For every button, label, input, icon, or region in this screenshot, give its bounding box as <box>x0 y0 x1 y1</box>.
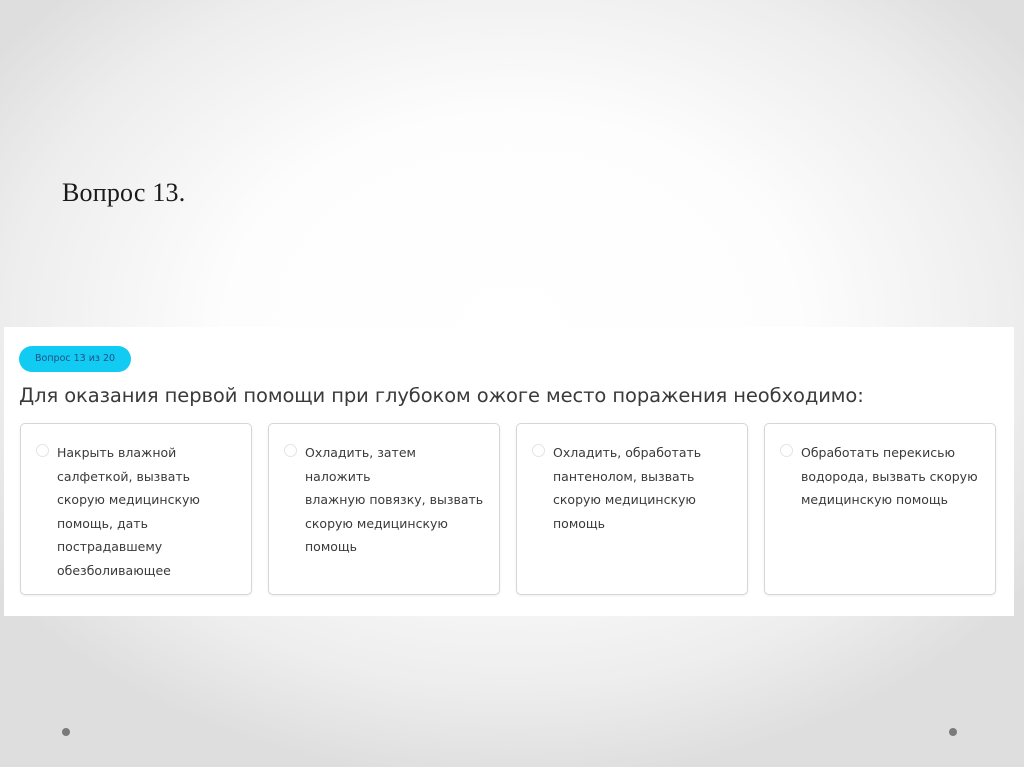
radio-button[interactable] <box>36 444 49 457</box>
answer-text-line: помощь <box>305 539 358 555</box>
answer-option-text: Охладить, обработать пантенолом, вызвать… <box>553 441 733 535</box>
answer-text-line: помощь, дать <box>57 515 148 531</box>
answer-text-line: обезболивающее <box>57 562 171 578</box>
answer-text-line: водорода, вызвать скорую <box>801 468 978 484</box>
slide-title: Вопрос 13. <box>62 178 186 207</box>
answer-text-line: медицинскую помощь <box>801 492 949 508</box>
radio-button[interactable] <box>532 444 545 457</box>
question-text: Для оказания первой помощи при глубоком … <box>19 384 864 407</box>
slide-corner-dot-right <box>949 728 957 736</box>
answer-option-1[interactable]: Накрыть влажной салфеткой, вызвать скору… <box>20 423 252 595</box>
answer-text-line: Охладить, обработать <box>553 445 702 460</box>
answer-option-text: Накрыть влажной салфеткой, вызвать скору… <box>57 441 237 583</box>
answer-text-line: влажную повязку, вызвать <box>305 492 484 508</box>
answer-option-2[interactable]: Охладить, затем наложить влажную повязку… <box>268 423 500 595</box>
answer-text-line: Охладить, затем наложить <box>305 445 416 484</box>
answer-text-line: Обработать перекисью <box>801 445 955 460</box>
answer-text-line: Накрыть влажной <box>57 445 177 460</box>
radio-button[interactable] <box>284 444 297 457</box>
question-counter-badge: Вопрос 13 из 20 <box>19 346 132 372</box>
quiz-panel: Вопрос 13 из 20 Для оказания первой помо… <box>4 327 1014 616</box>
radio-button[interactable] <box>780 444 793 457</box>
answer-options: Накрыть влажной салфеткой, вызвать скору… <box>20 423 996 595</box>
answer-text-line: пантенолом, вызвать <box>553 468 695 484</box>
answer-option-4[interactable]: Обработать перекисью водорода, вызвать с… <box>764 423 996 595</box>
answer-option-text: Обработать перекисью водорода, вызвать с… <box>801 441 981 512</box>
answer-text-line: помощь <box>553 515 606 531</box>
answer-text-line: салфеткой, вызвать <box>57 468 191 484</box>
answer-text-line: скорую медицинскую <box>305 515 448 531</box>
answer-text-line: скорую медицинскую <box>57 492 200 508</box>
answer-text-line: скорую медицинскую <box>553 492 696 508</box>
answer-option-text: Охладить, затем наложить влажную повязку… <box>305 441 485 559</box>
slide-corner-dot-left <box>62 728 70 736</box>
answer-option-3[interactable]: Охладить, обработать пантенолом, вызвать… <box>516 423 748 595</box>
answer-text-line: пострадавшему <box>57 539 163 555</box>
